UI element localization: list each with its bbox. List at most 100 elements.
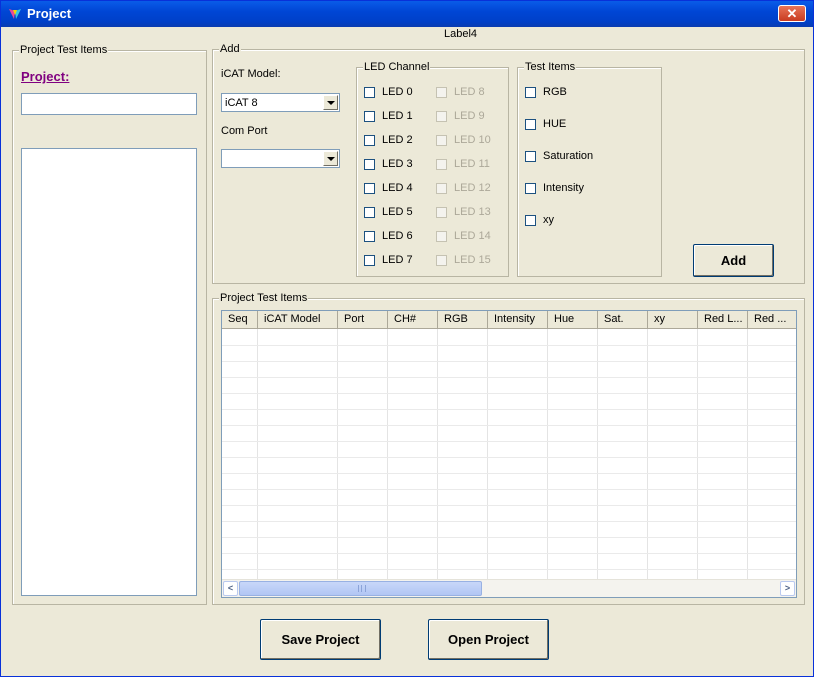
led-channel-group: LED Channel LED 0 LED 1 LED 2 LED 3 LED … — [356, 61, 509, 277]
col-header-port[interactable]: Port — [338, 311, 388, 329]
col-header-red[interactable]: Red ... — [748, 311, 796, 329]
scroll-thumb[interactable] — [239, 581, 482, 596]
chevron-down-icon[interactable] — [323, 95, 338, 110]
project-name-input[interactable] — [21, 93, 197, 115]
scroll-left-icon[interactable]: < — [223, 581, 238, 596]
test-saturation-label: Saturation — [543, 150, 594, 162]
icat-model-label: iCAT Model: — [221, 68, 281, 80]
grid-row-line — [222, 441, 796, 442]
col-header-rgb[interactable]: RGB — [438, 311, 488, 329]
horizontal-scrollbar[interactable]: < > — [222, 579, 796, 597]
project-test-items-group: Project Test Items Seq iCAT Model Port C… — [212, 292, 805, 605]
checkbox-icon — [436, 111, 447, 122]
grid-divider — [647, 329, 648, 581]
open-project-button[interactable]: Open Project — [428, 619, 549, 660]
add-group: Add iCAT Model: iCAT 8 Com Port LED Chan… — [212, 43, 805, 284]
grid-row-line — [222, 553, 796, 554]
led-11-label: LED 11 — [454, 158, 490, 170]
led-13-label: LED 13 — [454, 206, 491, 218]
led-10-label: LED 10 — [454, 134, 491, 146]
grid-row-line — [222, 377, 796, 378]
col-header-seq[interactable]: Seq — [222, 311, 258, 329]
icat-model-value: iCAT 8 — [225, 97, 258, 109]
col-header-hue[interactable]: Hue — [548, 311, 598, 329]
checkbox-icon — [436, 231, 447, 242]
com-port-label: Com Port — [221, 125, 268, 137]
grid-divider — [437, 329, 438, 581]
checkbox-icon — [364, 207, 375, 218]
chevron-down-icon[interactable] — [323, 151, 338, 166]
col-header-xy[interactable]: xy — [648, 311, 698, 329]
grid-row-line — [222, 537, 796, 538]
grid-row-line — [222, 361, 796, 362]
checkbox-icon — [525, 151, 536, 162]
checkbox-icon — [364, 231, 375, 242]
app-icon — [9, 9, 21, 19]
col-header-red-l[interactable]: Red L... — [698, 311, 748, 329]
checkbox-icon — [525, 215, 536, 226]
test-items-title: Test Items — [524, 61, 577, 73]
test-hue-label: HUE — [543, 118, 567, 130]
grid-row-line — [222, 569, 796, 570]
checkbox-icon — [364, 135, 375, 146]
checkbox-icon — [436, 255, 447, 266]
test-items-grid[interactable]: Seq iCAT Model Port CH# RGB Intensity Hu… — [221, 310, 797, 598]
scroll-right-icon[interactable]: > — [780, 581, 795, 596]
grid-row-line — [222, 505, 796, 506]
led-2-label: LED 2 — [382, 134, 413, 146]
led-8-label: LED 8 — [454, 86, 485, 98]
checkbox-icon — [436, 135, 447, 146]
grid-row-line — [222, 489, 796, 490]
col-header-ch[interactable]: CH# — [388, 311, 438, 329]
led-4-label: LED 4 — [382, 182, 413, 194]
checkbox-icon — [436, 207, 447, 218]
save-project-button[interactable]: Save Project — [260, 619, 381, 660]
close-button[interactable]: ✕ — [778, 5, 806, 22]
grid-divider — [747, 329, 748, 581]
led-15-label: LED 15 — [454, 254, 491, 266]
grid-row-line — [222, 393, 796, 394]
led-channel-title: LED Channel — [363, 61, 431, 73]
add-button[interactable]: Add — [693, 244, 774, 277]
grid-row-line — [222, 345, 796, 346]
grid-divider — [387, 329, 388, 581]
window-title: Project — [27, 6, 72, 21]
checkbox-icon — [364, 183, 375, 194]
led-9-label: LED 9 — [454, 110, 485, 122]
project-window: Project ✕ Label4 Project Test Items Proj… — [0, 0, 814, 677]
led-14-label: LED 14 — [454, 230, 491, 242]
checkbox-icon — [525, 119, 536, 130]
led-0-label: LED 0 — [382, 86, 413, 98]
grid-row-line — [222, 457, 796, 458]
led-7-label: LED 7 — [382, 254, 413, 266]
test-items-group: Test Items RGB HUE Saturation Intensity … — [517, 61, 662, 277]
led-5-label: LED 5 — [382, 206, 413, 218]
label4: Label4 — [444, 28, 478, 40]
checkbox-icon — [436, 183, 447, 194]
col-header-icat-model[interactable]: iCAT Model — [258, 311, 338, 329]
led-6-label: LED 6 — [382, 230, 413, 242]
test-xy-label: xy — [543, 214, 554, 226]
icat-model-select[interactable]: iCAT 8 — [221, 93, 340, 112]
grid-row-line — [222, 409, 796, 410]
grid-row-line — [222, 473, 796, 474]
test-rgb-label: RGB — [543, 86, 567, 98]
led-1-label: LED 1 — [382, 110, 413, 122]
title-bar[interactable]: Project ✕ — [1, 1, 813, 27]
grid-row-line — [222, 521, 796, 522]
checkbox-icon — [436, 87, 447, 98]
project-items-list[interactable] — [21, 148, 197, 596]
com-port-select[interactable] — [221, 149, 340, 168]
grid-divider — [487, 329, 488, 581]
col-header-intensity[interactable]: Intensity — [488, 311, 548, 329]
led-3-label: LED 3 — [382, 158, 413, 170]
checkbox-icon — [525, 183, 536, 194]
left-project-group: Project Test Items Project: — [12, 44, 207, 605]
add-group-title: Add — [219, 43, 241, 55]
checkbox-icon — [364, 111, 375, 122]
project-label: Project: — [21, 69, 70, 84]
checkbox-icon — [364, 159, 375, 170]
col-header-sat[interactable]: Sat. — [598, 311, 648, 329]
test-intensity-label: Intensity — [543, 182, 584, 194]
checkbox-icon — [364, 87, 375, 98]
